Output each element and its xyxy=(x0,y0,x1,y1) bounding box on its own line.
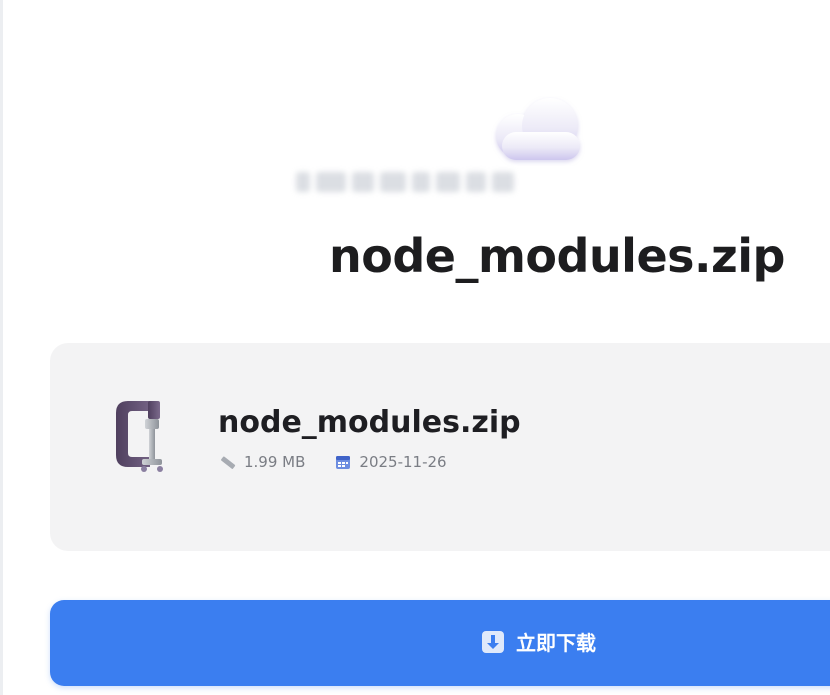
file-size: 1.99 MB xyxy=(244,453,306,471)
blurred-brand-text xyxy=(296,166,526,198)
left-border xyxy=(0,0,3,695)
download-button-content: 立即下载 xyxy=(482,627,596,656)
download-button[interactable]: 立即下载 xyxy=(50,600,830,686)
file-date-item: 2025-11-26 xyxy=(335,453,447,471)
download-arrow-icon xyxy=(482,630,504,653)
file-meta: 1.99 MB 2025-11-26 xyxy=(220,453,447,471)
download-label: 立即下载 xyxy=(516,633,596,655)
archive-clamp-icon xyxy=(116,401,163,472)
ruler-icon xyxy=(221,456,236,469)
calendar-icon xyxy=(336,456,351,469)
cloud-icon xyxy=(496,98,580,160)
file-size-item: 1.99 MB xyxy=(220,453,305,471)
file-date: 2025-11-26 xyxy=(359,453,447,471)
file-card: node_modules.zip 1.99 MB 2025-11-26 xyxy=(50,343,830,551)
file-name: node_modules.zip xyxy=(218,405,521,440)
page-title: node_modules.zip xyxy=(329,229,785,283)
